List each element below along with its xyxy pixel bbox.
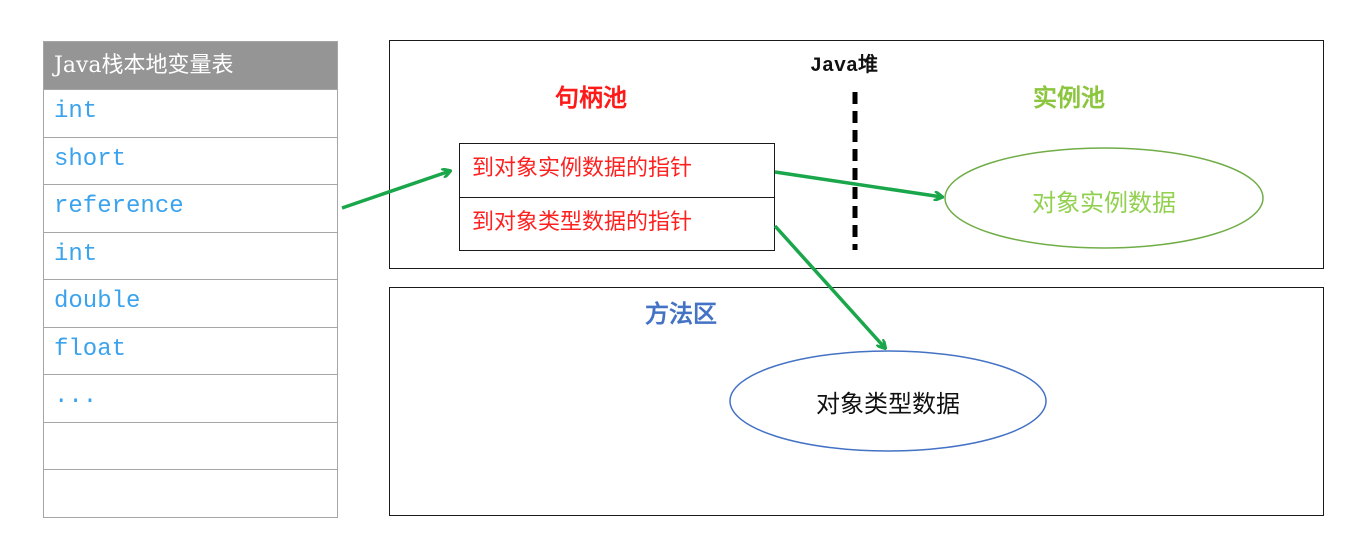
type-data-label: 对象类型数据 xyxy=(816,390,960,418)
reference-to-handle-arrow xyxy=(341,171,450,210)
instance-pointer-arrow xyxy=(774,170,942,197)
instance-data-label: 对象实例数据 xyxy=(1032,189,1176,217)
type-pointer-arrow xyxy=(773,224,885,348)
diagram-overlay xyxy=(341,92,1264,452)
